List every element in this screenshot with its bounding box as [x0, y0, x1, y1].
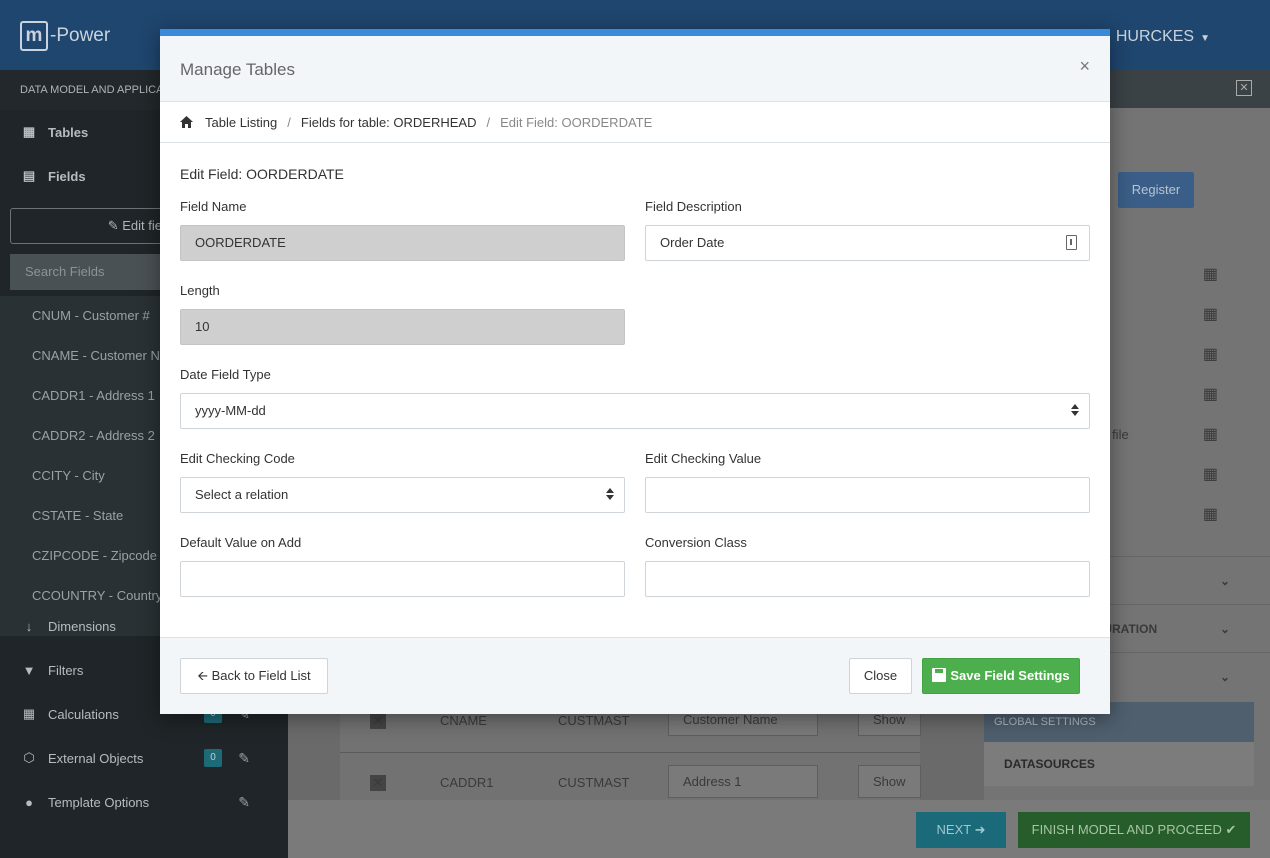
field-name-label: Field Name: [180, 199, 247, 214]
chevron-down-icon: ⌄: [1219, 670, 1230, 684]
field-lookup-icon[interactable]: [1066, 235, 1077, 250]
conversion-class-input[interactable]: [645, 561, 1090, 597]
date-field-type-select[interactable]: yyyy-MM-dd: [180, 393, 1090, 429]
table-icon[interactable]: ▦: [1203, 504, 1218, 524]
sidebar-item-label: Filters: [48, 662, 84, 678]
breadcrumb-separator: /: [486, 114, 491, 130]
cube-icon: ⬡: [23, 750, 35, 765]
back-to-field-list-button[interactable]: 🡨 Back to Field List: [180, 658, 328, 694]
edit-checking-code-label: Edit Checking Code: [180, 451, 295, 466]
edit-checking-value-label: Edit Checking Value: [645, 451, 762, 466]
sidebar-item-template-options[interactable]: ● Template Options ✎: [0, 780, 288, 824]
close-icon[interactable]: ×: [1079, 56, 1090, 77]
remove-icon[interactable]: ✕: [370, 713, 386, 729]
table-icon[interactable]: ▦: [1203, 264, 1218, 284]
select-arrows-icon: [606, 488, 614, 502]
datasources-item[interactable]: DATASOURCES: [984, 742, 1254, 786]
user-menu[interactable]: HURCKES ▼: [1116, 28, 1210, 46]
sidebar-item-label: Dimensions: [48, 618, 116, 634]
field-name-cell: CADDR1: [440, 775, 494, 790]
table-icon[interactable]: ▦: [1203, 384, 1218, 404]
default-value-input[interactable]: [180, 561, 625, 597]
calculator-icon: ▦: [22, 706, 36, 721]
description-input[interactable]: Address 1: [668, 765, 818, 798]
default-value-label: Default Value on Add: [180, 535, 302, 550]
field-name-input: OORDERDATE: [180, 225, 625, 261]
table-icon[interactable]: ▦: [1203, 464, 1218, 484]
close-icon[interactable]: ✕: [1236, 80, 1252, 96]
next-label: NEXT: [936, 822, 971, 837]
edit-checking-code-value: Select a relation: [195, 487, 289, 502]
conversion-class-label: Conversion Class: [645, 535, 747, 550]
app-logo[interactable]: m -Power: [20, 21, 110, 51]
table-name-cell: CUSTMAST: [558, 775, 630, 790]
logo-text: -Power: [50, 25, 111, 46]
field-description-label: Field Description: [645, 199, 742, 214]
back-label: Back to Field List: [211, 668, 311, 683]
manage-tables-modal: Manage Tables × Table Listing / Fields f…: [160, 29, 1110, 714]
breadcrumb: Table Listing / Fields for table: ORDERH…: [160, 102, 1110, 143]
form-title: Edit Field: OORDERDATE: [180, 166, 344, 182]
toggle-icon: ●: [25, 794, 33, 810]
sidebar-item-label: Fields: [48, 168, 86, 184]
table-name-cell: CUSTMAST: [558, 713, 630, 728]
date-field-type-label: Date Field Type: [180, 367, 271, 382]
sort-numeric-icon: ↓: [25, 618, 33, 634]
finish-label: FINISH MODEL AND PROCEED: [1031, 822, 1222, 837]
wizard-footer: NEXT ➜ FINISH MODEL AND PROCEED ✔: [288, 800, 1270, 858]
breadcrumb-table-listing[interactable]: Table Listing: [205, 115, 277, 130]
save-icon: [932, 668, 947, 682]
count-badge: 0: [204, 749, 222, 767]
chevron-down-icon: ⌄: [1219, 622, 1230, 636]
length-input: 10: [180, 309, 625, 345]
save-field-settings-button[interactable]: Save Field Settings: [922, 658, 1080, 694]
table-icon[interactable]: ▦: [1203, 304, 1218, 324]
show-button[interactable]: Show: [858, 765, 921, 798]
length-label: Length: [180, 283, 220, 298]
edit-icon[interactable]: ✎: [238, 794, 250, 811]
sidebar-item-label: External Objects: [48, 750, 144, 766]
finish-button[interactable]: FINISH MODEL AND PROCEED ✔: [1018, 812, 1250, 848]
save-label: Save Field Settings: [950, 668, 1070, 683]
chevron-down-icon: ⌄: [1219, 574, 1230, 588]
sidebar-item-label: Tables: [48, 124, 89, 140]
edit-icon: ✎: [107, 218, 119, 233]
edit-icon[interactable]: ✎: [238, 750, 250, 767]
list-icon: ▤: [22, 168, 36, 183]
logo-mark: m: [20, 21, 48, 51]
date-field-type-value: yyyy-MM-dd: [195, 403, 266, 418]
table-icon[interactable]: ▦: [1203, 344, 1218, 364]
table-icon[interactable]: ▦: [1203, 424, 1218, 444]
register-button[interactable]: Register: [1118, 172, 1194, 208]
modal-body: Edit Field: OORDERDATE Field Name OORDER…: [160, 143, 1110, 636]
modal-header: Manage Tables ×: [160, 36, 1110, 102]
field-name-cell: CNAME: [440, 713, 487, 728]
modal-footer: 🡨 Back to Field List Close Save Field Se…: [160, 637, 1110, 714]
modal-title: Manage Tables: [180, 60, 295, 79]
breadcrumb-separator: /: [287, 114, 291, 130]
arrow-left-icon: 🡨: [197, 668, 208, 683]
select-arrows-icon: [1071, 404, 1079, 418]
edit-checking-value-input[interactable]: [645, 477, 1090, 513]
next-button[interactable]: NEXT ➜: [916, 812, 1006, 848]
chevron-down-icon: ▼: [1200, 33, 1210, 44]
edit-checking-code-select[interactable]: Select a relation: [180, 477, 625, 513]
field-description-value: Order Date: [660, 235, 725, 250]
remove-icon[interactable]: ✕: [370, 775, 386, 791]
breadcrumb-fields-for-table[interactable]: Fields for table: ORDERHEAD: [301, 115, 477, 130]
breadcrumb-current: Edit Field: OORDERDATE: [500, 114, 653, 130]
user-name: HURCKES: [1115, 28, 1195, 45]
sidebar-item-external-objects[interactable]: ⬡ External Objects 0 ✎: [0, 736, 288, 780]
check-icon: ✔: [1225, 822, 1237, 837]
table-icon: ▦: [22, 124, 36, 139]
filter-icon: ▼: [22, 662, 36, 678]
sidebar-item-label: Calculations: [48, 706, 119, 722]
home-icon[interactable]: [180, 116, 193, 128]
field-description-input[interactable]: Order Date: [645, 225, 1090, 261]
sidebar-item-label: Template Options: [48, 794, 150, 810]
close-button[interactable]: Close: [849, 658, 912, 694]
arrow-right-icon: ➜: [974, 822, 986, 837]
